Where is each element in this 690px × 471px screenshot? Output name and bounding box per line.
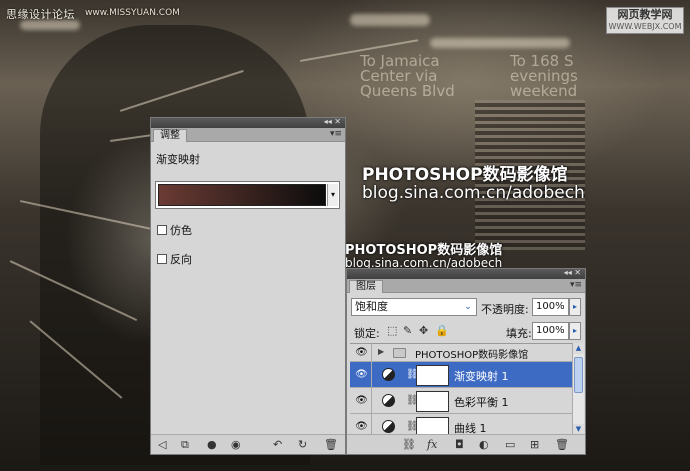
layers-titlebar[interactable]: ◂◂ ✕ [347,268,585,279]
new-layer-icon[interactable]: ⊞ [530,438,539,451]
watermark-top-left-url: www.MISSYUAN.COM [85,8,180,18]
adjustment-layer-icon [382,394,395,407]
reverse-label: 反向 [170,253,192,266]
station-sign-right: To 168 S evenings weekend [510,52,578,100]
eye-icon[interactable]: 👁 [352,362,372,387]
layer-row-color-balance[interactable]: 👁 ⛓ 色彩平衡 1 [350,388,572,414]
eye-icon[interactable]: 👁 [352,414,372,435]
eye-icon[interactable]: 👁 [352,388,372,413]
new-adjustment-layer-icon[interactable]: ◐ [479,438,489,451]
visibility-eye-icon[interactable]: ◉ [231,438,241,451]
opacity-input[interactable]: 100% [532,298,569,316]
fill-slider-arrow-icon[interactable]: ▸ [569,322,581,340]
layer-mask-thumbnail[interactable] [416,417,449,435]
watermark-top-left: 思缘设计论坛 [6,8,75,21]
tab-layers[interactable]: 图层 [349,280,383,293]
tab-adjustments[interactable]: 调整 [153,129,187,142]
watermark-top-right-title: 网页教学网 [617,8,673,21]
ceiling-light [430,38,570,48]
collapse-icon[interactable]: ◂◂ ✕ [324,117,341,126]
expand-triangle-icon[interactable]: ▶ [378,347,384,356]
layer-mask-thumbnail[interactable] [416,391,449,412]
layers-tabrow: 图层 ▾≡ [347,279,585,293]
adjustments-titlebar[interactable]: ◂◂ ✕ [151,117,345,128]
layer-mask-thumbnail[interactable] [416,365,449,386]
layer-name[interactable]: 色彩平衡 1 [454,394,509,410]
scrollbar-thumb[interactable] [574,357,583,393]
delete-layer-icon[interactable]: 🗑 [555,438,569,451]
watermark-top-right: 网页教学网 WWW.WEBJX.COM [606,7,684,34]
layer-row-gradient-map[interactable]: 👁 ⛓ 渐变映射 1 [350,362,572,388]
adjustment-layer-icon [382,420,395,433]
opacity-slider-arrow-icon[interactable]: ▸ [569,298,581,316]
expand-view-icon[interactable]: ⧉ [181,438,189,452]
watermark-top-right-url: WWW.WEBJX.COM [608,22,682,31]
adjustments-panel: ◂◂ ✕ 调整 ▾≡ 渐变映射 ▾ 仿色 反向 ◁ ⧉ ● ◉ ↶ ↻ 🗑 [150,117,346,455]
view-previous-icon[interactable]: ↶ [273,438,282,451]
add-mask-icon[interactable]: ◘ [455,438,464,451]
fill-input[interactable]: 100% [532,322,569,340]
reverse-checkbox[interactable] [157,254,167,264]
opacity-label: 不透明度: [481,303,529,316]
delete-icon[interactable]: 🗑 [324,438,338,451]
adjustment-layer-icon [382,368,395,381]
lock-position-icon[interactable]: ✥ [419,324,428,337]
folder-icon [393,348,406,358]
clip-to-layer-icon[interactable]: ● [207,438,217,451]
layer-name[interactable]: 渐变映射 1 [454,368,509,384]
layer-list-scrollbar[interactable]: ▲ ▼ [572,343,584,435]
reset-icon[interactable]: ↻ [298,438,307,451]
adjustment-heading: 渐变映射 [156,153,200,166]
gradient-dropdown-icon[interactable]: ▾ [327,184,338,206]
layer-style-fx-icon[interactable]: fx [427,438,437,451]
layer-row-curves[interactable]: 👁 ⛓ 曲线 1 [350,414,572,435]
station-sign-left: To Jamaica Center via Queens Blvd [360,52,455,100]
adjustments-footer: ◁ ⧉ ● ◉ ↶ ↻ 🗑 [151,434,345,454]
collapse-icon[interactable]: ◂◂ ✕ [564,268,581,277]
layer-list: 👁 ▶ PHOTOSHOP数码影像馆 👁 ⛓ 渐变映射 1 👁 ⛓ 色彩平衡 1… [350,343,572,435]
photoshop-watermark-url: blog.sina.com.cn/adobech [362,183,585,203]
layers-footer: ⛓ fx ◘ ◐ ▭ ⊞ 🗑 [347,434,585,454]
panel-menu-icon[interactable]: ▾≡ [570,280,582,290]
layer-row-group[interactable]: 👁 ▶ PHOTOSHOP数码影像馆 [350,344,572,362]
adjustments-tabrow: 调整 ▾≡ [151,128,345,142]
link-layers-icon[interactable]: ⛓ [402,438,416,451]
gradient-preview[interactable] [158,184,326,206]
gradient-picker[interactable]: ▾ [155,181,340,209]
layer-name[interactable]: PHOTOSHOP数码影像馆 [415,346,528,361]
dither-label: 仿色 [170,224,192,237]
new-group-icon[interactable]: ▭ [505,438,515,451]
layers-panel: ◂◂ ✕ 图层 ▾≡ 饱和度 ⌄ 不透明度: 100% ▸ 锁定: ⬚ ✎ ✥ … [346,268,586,455]
fill-label: 填充: [506,327,532,340]
blend-mode-value: 饱和度 [355,300,388,313]
ceiling-light [350,14,430,26]
lock-all-icon[interactable]: 🔒 [435,324,449,337]
chevron-down-icon[interactable]: ⌄ [462,300,474,314]
dither-checkbox[interactable] [157,225,167,235]
scroll-up-icon[interactable]: ▲ [573,343,584,354]
layer-name[interactable]: 曲线 1 [454,420,487,435]
blend-mode-select[interactable]: 饱和度 ⌄ [351,298,477,316]
lock-pixels-icon[interactable]: ✎ [403,324,412,337]
eye-icon[interactable]: 👁 [352,344,372,361]
photoshop-watermark-title: PHOTOSHOP数码影像馆 [362,165,568,185]
lock-transparency-icon[interactable]: ⬚ [387,324,397,337]
lock-label: 锁定: [354,327,380,340]
panel-menu-icon[interactable]: ▾≡ [330,129,342,139]
return-to-list-icon[interactable]: ◁ [158,438,166,451]
